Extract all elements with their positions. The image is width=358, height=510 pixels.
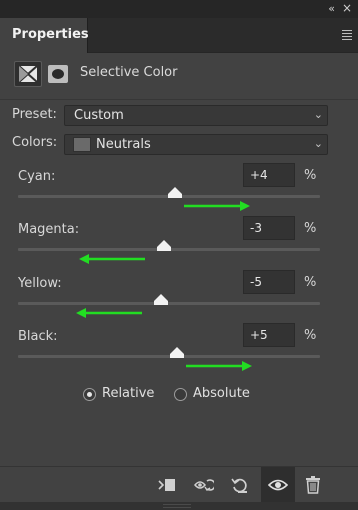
tab-row: Properties xyxy=(0,18,358,53)
properties-content: Selective Color Preset: Custom ⌄ Colors:… xyxy=(0,53,358,466)
panel-footer xyxy=(0,502,358,510)
close-icon[interactable]: × xyxy=(342,1,352,15)
mask-icon[interactable] xyxy=(47,63,69,85)
delete-icon[interactable] xyxy=(303,475,323,495)
chevron-down-icon: ⌄ xyxy=(313,108,323,121)
yellow-slider-track[interactable] xyxy=(18,302,320,305)
tab-properties-label: Properties xyxy=(12,27,89,42)
magenta-slider-thumb[interactable] xyxy=(157,240,172,251)
colors-value: Neutrals xyxy=(96,137,151,152)
adjustment-title: Selective Color xyxy=(80,65,178,80)
chevron-down-icon: ⌄ xyxy=(313,137,323,150)
yellow-unit: % xyxy=(304,275,317,290)
clip-to-layer-icon[interactable] xyxy=(157,475,177,495)
black-value: +5 xyxy=(250,328,268,342)
cyan-label: Cyan: xyxy=(18,169,56,184)
arrow-right-icon xyxy=(185,361,252,371)
cyan-value: +4 xyxy=(250,168,268,182)
preset-label: Preset: xyxy=(12,107,57,122)
resize-grip[interactable] xyxy=(163,504,191,508)
preset-value: Custom xyxy=(74,108,124,123)
reset-icon[interactable] xyxy=(230,475,250,495)
magenta-unit: % xyxy=(304,221,317,236)
black-slider-thumb[interactable] xyxy=(169,347,184,358)
magenta-value-input[interactable]: -3 xyxy=(243,216,295,240)
magenta-label: Magenta: xyxy=(18,222,80,237)
magenta-value: -3 xyxy=(250,221,262,235)
absolute-radio[interactable] xyxy=(174,388,187,401)
arrow-left-icon xyxy=(79,254,146,264)
collapse-icon[interactable]: « xyxy=(328,2,335,15)
cyan-value-input[interactable]: +4 xyxy=(243,163,295,187)
yellow-value-input[interactable]: -5 xyxy=(243,270,295,294)
tab-properties[interactable]: Properties xyxy=(0,18,89,53)
relative-label: Relative xyxy=(102,386,155,401)
visibility-icon xyxy=(267,475,289,495)
yellow-slider-thumb[interactable] xyxy=(154,294,169,305)
arrow-right-icon xyxy=(184,201,251,211)
relative-radio[interactable] xyxy=(83,388,96,401)
panel-top-bar: « × xyxy=(0,0,358,18)
view-previous-icon[interactable] xyxy=(194,475,216,495)
yellow-value: -5 xyxy=(250,275,262,289)
bottom-toolbar xyxy=(0,466,358,503)
adjustment-icon[interactable] xyxy=(14,61,42,87)
cyan-slider-thumb[interactable] xyxy=(168,187,183,198)
yellow-label: Yellow: xyxy=(18,276,62,291)
cyan-unit: % xyxy=(304,168,317,183)
panel-menu-icon[interactable] xyxy=(342,30,352,42)
black-unit: % xyxy=(304,328,317,343)
preset-dropdown[interactable]: Custom ⌄ xyxy=(64,105,328,126)
color-swatch xyxy=(73,137,91,152)
absolute-label: Absolute xyxy=(193,386,250,401)
black-label: Black: xyxy=(18,329,58,344)
header-divider xyxy=(0,99,358,100)
black-value-input[interactable]: +5 xyxy=(243,323,295,347)
colors-label: Colors: xyxy=(12,135,58,150)
arrow-left-icon xyxy=(76,308,143,318)
visibility-toggle[interactable] xyxy=(261,467,295,503)
colors-dropdown[interactable]: Neutrals ⌄ xyxy=(64,134,328,155)
